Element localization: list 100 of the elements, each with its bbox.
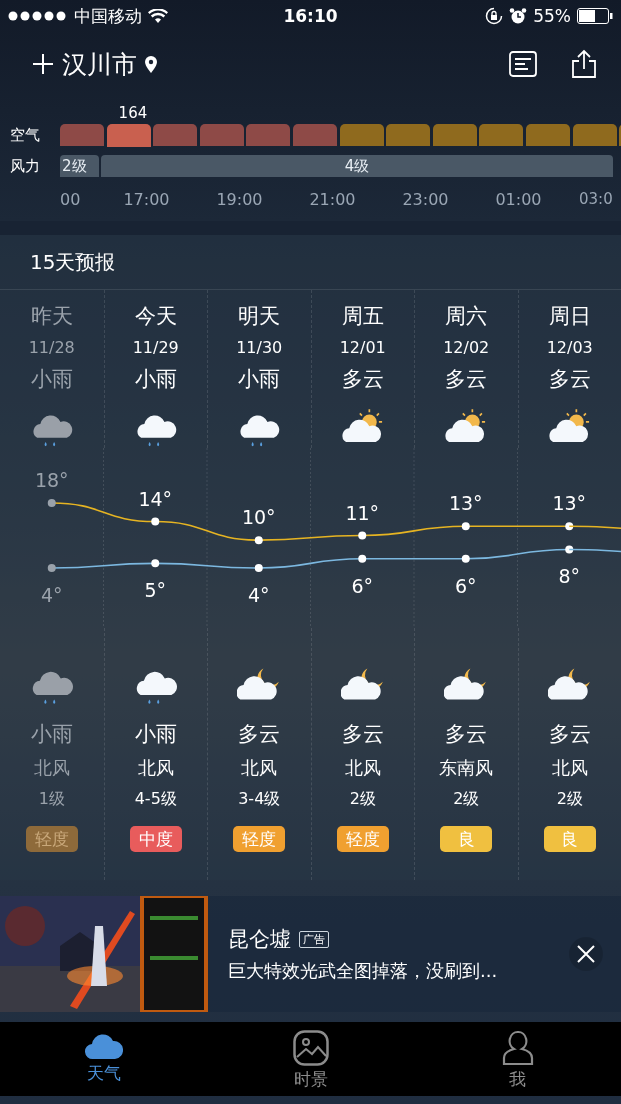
- aqi-value: 164: [118, 104, 148, 122]
- day-name: 昨天: [30, 303, 73, 330]
- day-date: 12/03: [546, 336, 593, 359]
- hour-label: 23:00: [401, 189, 450, 209]
- aqi-badge: 良: [543, 826, 596, 852]
- close-icon: [576, 944, 596, 964]
- night-condition: 多云: [548, 721, 591, 748]
- signal-icon: [8, 11, 68, 21]
- wind-direction: 北风: [137, 756, 174, 780]
- hour-label: 03:0: [578, 190, 614, 208]
- aqi-bar[interactable]: [339, 124, 384, 146]
- wind-level: 3-4级: [238, 788, 281, 810]
- aqi-badge: 轻度: [25, 826, 78, 852]
- wind-direction: 北风: [33, 756, 70, 780]
- line-continuation: [568, 548, 621, 553]
- day-condition: 小雨: [134, 365, 177, 393]
- ad-tag: 广告: [299, 930, 329, 948]
- aqi-bar[interactable]: [525, 124, 570, 146]
- tab[interactable]: 天气: [0, 1022, 207, 1096]
- wind-level: 2级: [453, 788, 480, 810]
- day-condition: 多云: [548, 365, 591, 393]
- aqi-badge: 轻度: [336, 826, 389, 852]
- day-name: 明天: [238, 303, 281, 330]
- carrier-name: 中国移动: [74, 4, 142, 28]
- day-condition: 多云: [341, 365, 384, 393]
- day-date: 11/29: [132, 336, 179, 359]
- aqi-badge: 良: [440, 826, 493, 852]
- aqi-bar[interactable]: [153, 124, 198, 146]
- hour-label: 19:00: [215, 189, 264, 209]
- night-condition: 小雨: [30, 721, 73, 748]
- ad-title[interactable]: 昆仑墟: [228, 925, 291, 953]
- temperature-label: 4°: [40, 584, 63, 606]
- share-icon[interactable]: [571, 49, 597, 79]
- day-date: 12/02: [443, 336, 490, 359]
- close-button[interactable]: [569, 937, 603, 971]
- alarm-icon: [509, 7, 528, 25]
- day-name: 周六: [445, 303, 488, 330]
- day-date: 12/01: [339, 336, 386, 359]
- wind-level: 4-5级: [134, 788, 177, 810]
- rotation-lock-icon: [485, 7, 504, 25]
- ad-description[interactable]: 巨大特效光武全图掉落，没刷到...: [228, 959, 569, 983]
- temperature-label: 5°: [144, 579, 167, 602]
- add-city-icon[interactable]: [32, 53, 54, 75]
- temperature-label: 18°: [34, 469, 69, 491]
- night-condition: 多云: [445, 721, 488, 748]
- temperature-label: 6°: [351, 574, 374, 597]
- wind-level: 1级: [38, 788, 65, 810]
- wind-direction: 北风: [241, 756, 278, 780]
- aqi-bar[interactable]: [292, 124, 337, 146]
- aqi-bar[interactable]: [479, 124, 524, 146]
- tab[interactable]: 时景: [207, 1022, 414, 1096]
- night-condition: 多云: [238, 721, 281, 748]
- wind-label: 风力: [9, 156, 41, 176]
- aqi-bar[interactable]: [572, 124, 617, 146]
- day-name: 周日: [548, 303, 591, 330]
- temperature-label: 13°: [552, 492, 587, 515]
- temperature-label: 10°: [241, 506, 276, 529]
- air-label: 空气: [9, 126, 41, 145]
- night-condition: 多云: [341, 721, 384, 748]
- battery-icon: [577, 8, 613, 24]
- day-date: 11/30: [236, 336, 283, 359]
- line-continuation: [568, 525, 621, 529]
- tab[interactable]: 我: [414, 1022, 621, 1096]
- aqi-bar[interactable]: [386, 124, 431, 146]
- wind-segment: 4级: [101, 155, 613, 177]
- aqi-bar[interactable]: [199, 124, 244, 146]
- day-condition: 小雨: [30, 365, 73, 393]
- list-icon[interactable]: [509, 51, 537, 77]
- hour-label: 17:00: [122, 189, 171, 209]
- night-condition: 小雨: [134, 721, 177, 748]
- wind-level: 2级: [556, 788, 583, 810]
- city-name: 汉川市: [62, 48, 137, 81]
- day-condition: 多云: [445, 365, 488, 393]
- temperature-label: 11°: [345, 501, 380, 524]
- day-name: 周五: [341, 303, 384, 330]
- day-name: 今天: [134, 303, 177, 330]
- aqi-badge: 轻度: [233, 826, 286, 852]
- wind-direction: 东南风: [439, 756, 494, 780]
- day-date: 11/28: [28, 336, 75, 359]
- temperature-label: 13°: [448, 492, 483, 515]
- wind-level: 2级: [349, 788, 376, 810]
- wifi-icon: [148, 8, 168, 24]
- hour-label: 21:00: [308, 189, 357, 209]
- image-icon: [292, 1030, 329, 1066]
- temperature-label: 14°: [138, 487, 173, 510]
- hour-label: 00: [60, 189, 82, 209]
- aqi-bar[interactable]: [246, 124, 291, 146]
- location-pin-icon: [145, 55, 157, 73]
- aqi-bar[interactable]: [432, 124, 477, 146]
- clock-time: 16:10: [283, 6, 338, 26]
- hour-label: 01:00: [494, 189, 543, 209]
- day-condition: 小雨: [238, 365, 281, 393]
- temperature-label: 4°: [247, 584, 270, 606]
- aqi-bar[interactable]: [106, 124, 151, 147]
- temperature-label: 8°: [558, 565, 581, 588]
- section-title: 15天预报: [30, 250, 116, 274]
- aqi-badge: 中度: [129, 826, 182, 852]
- wind-direction: 北风: [344, 756, 381, 780]
- battery-percent: 55%: [533, 6, 571, 26]
- temperature-label: 6°: [454, 574, 477, 597]
